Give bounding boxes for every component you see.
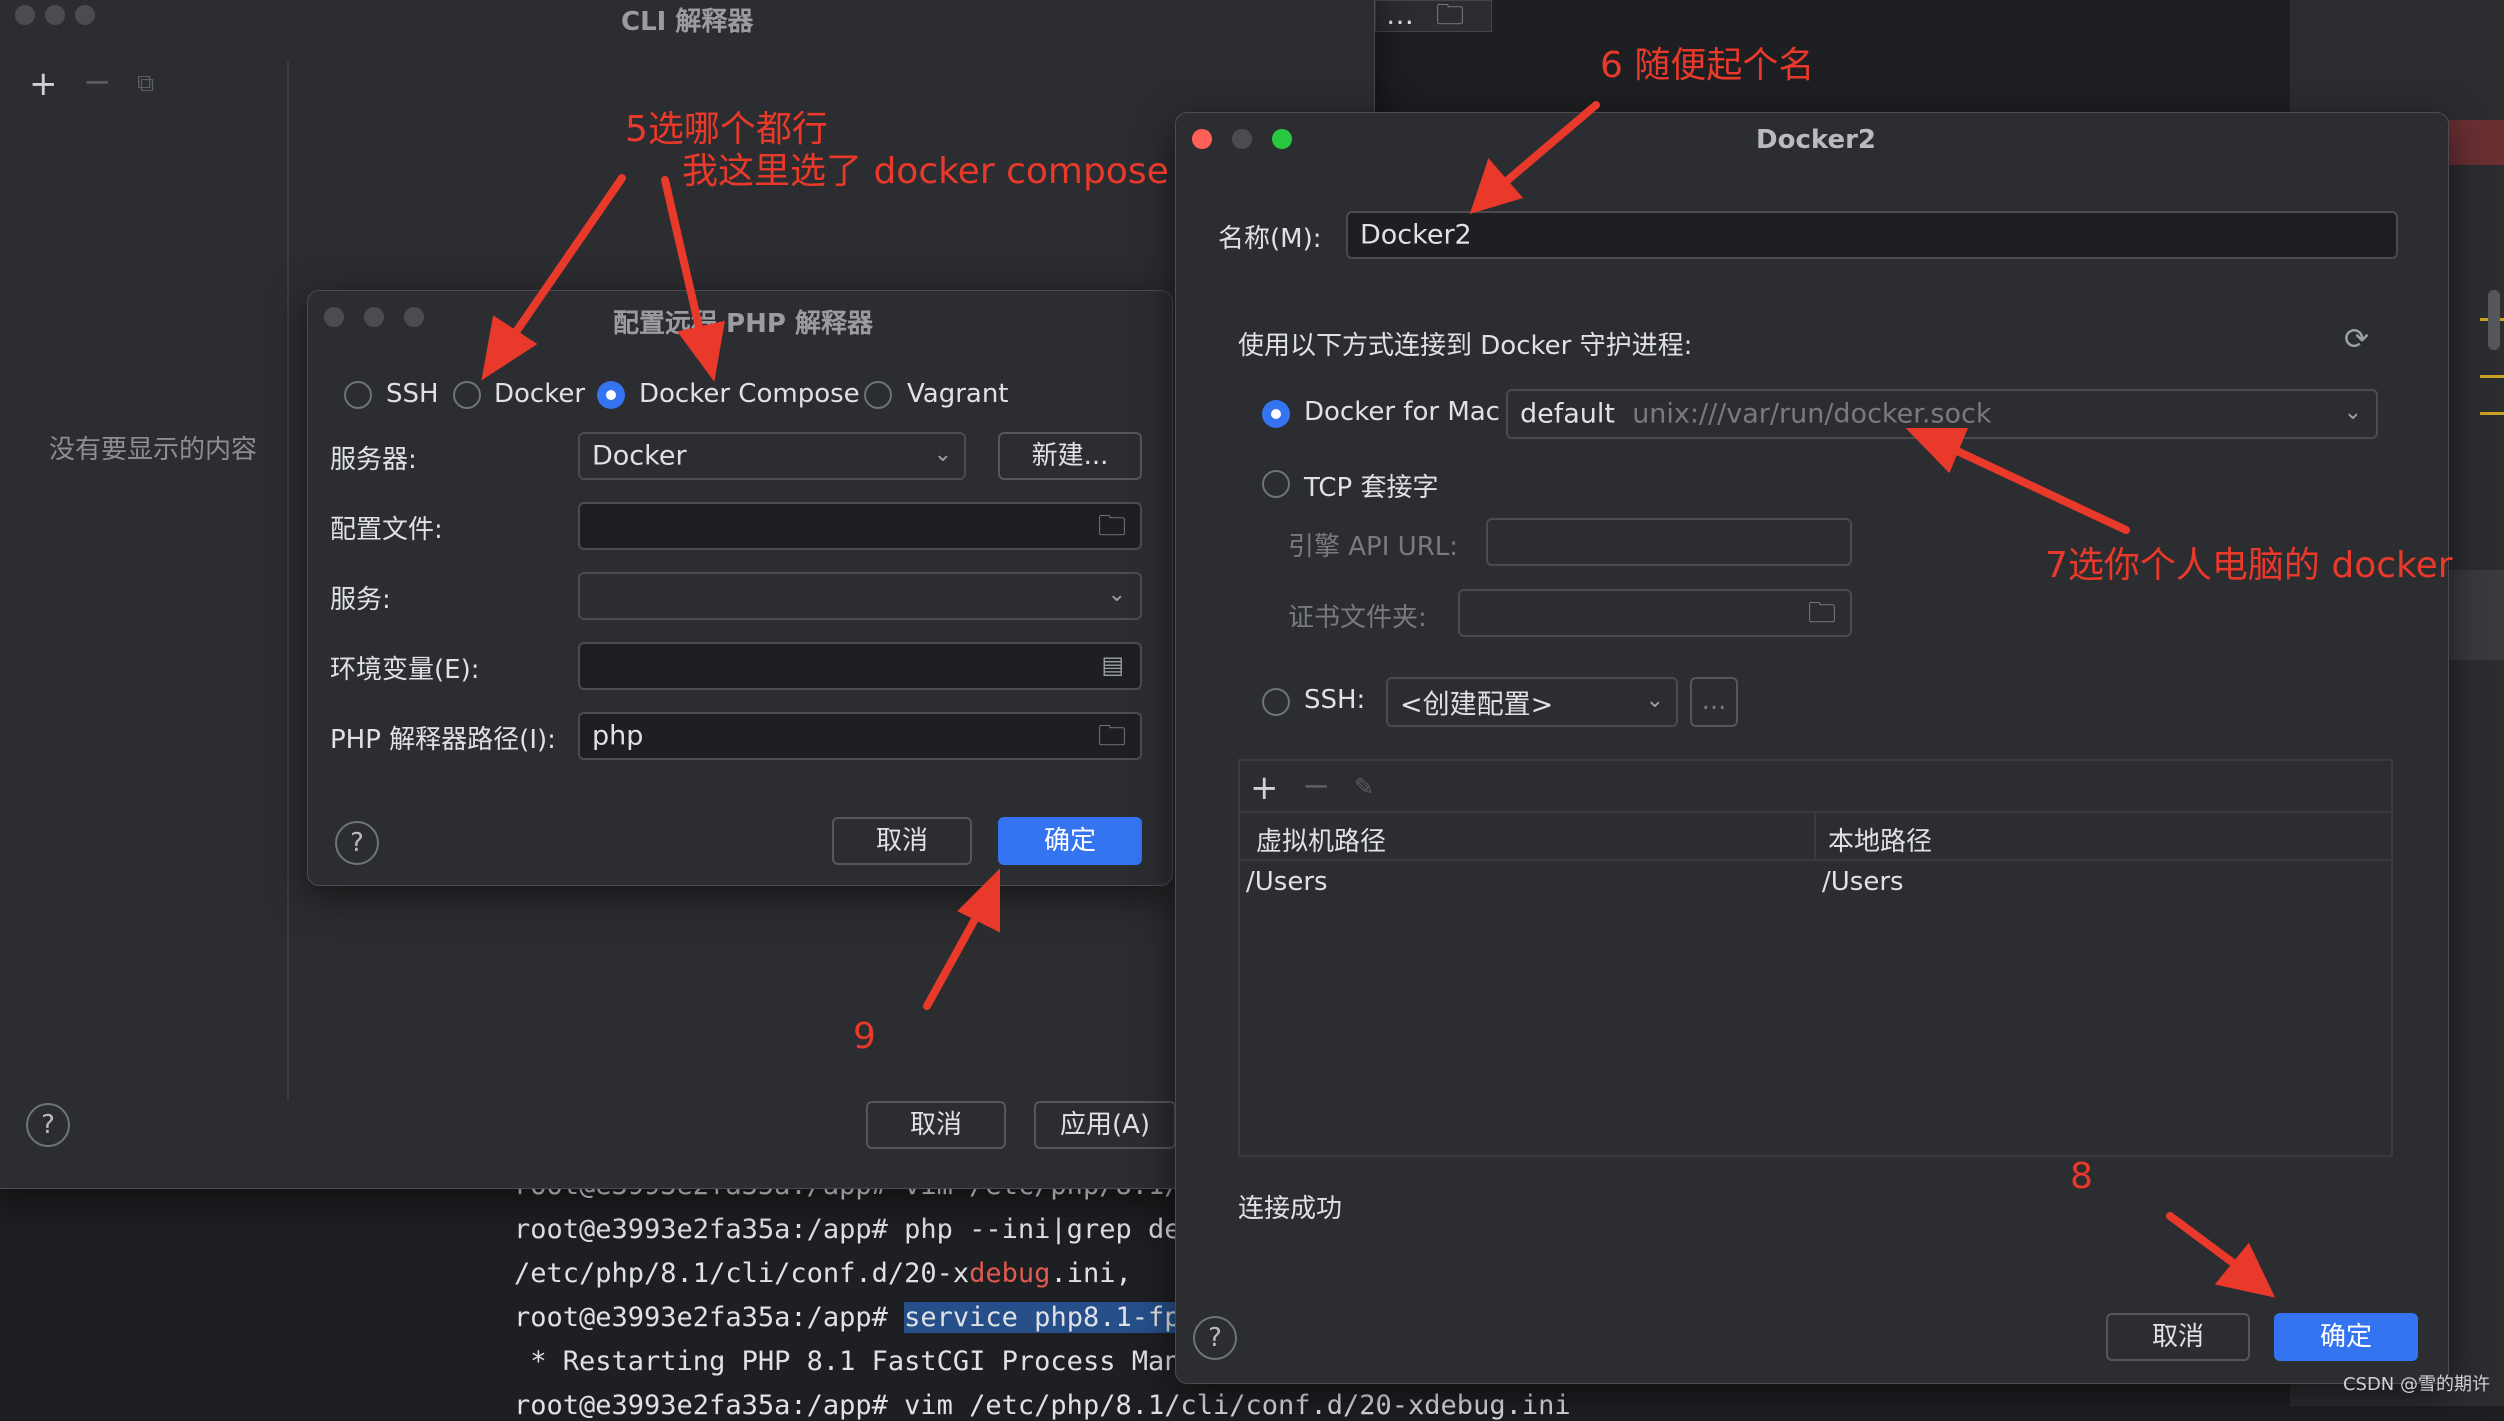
arrow-step7 — [1951, 446, 2130, 534]
arrow-step6 — [1498, 101, 1600, 189]
arrow-step9 — [923, 906, 984, 1010]
annotation-arrows — [481, 101, 2276, 1298]
arrow-head — [481, 315, 538, 381]
watermark: CSDN @雪的期许 — [2342, 1374, 2490, 1395]
arrow-head — [1469, 158, 1524, 215]
arrow-step8 — [2166, 1212, 2244, 1272]
arrow-head — [1905, 428, 1968, 474]
arrow-step5-compose — [661, 176, 706, 344]
arrow-head — [677, 320, 725, 382]
arrow-step5-docker — [503, 174, 626, 349]
arrow-head — [957, 868, 1000, 933]
